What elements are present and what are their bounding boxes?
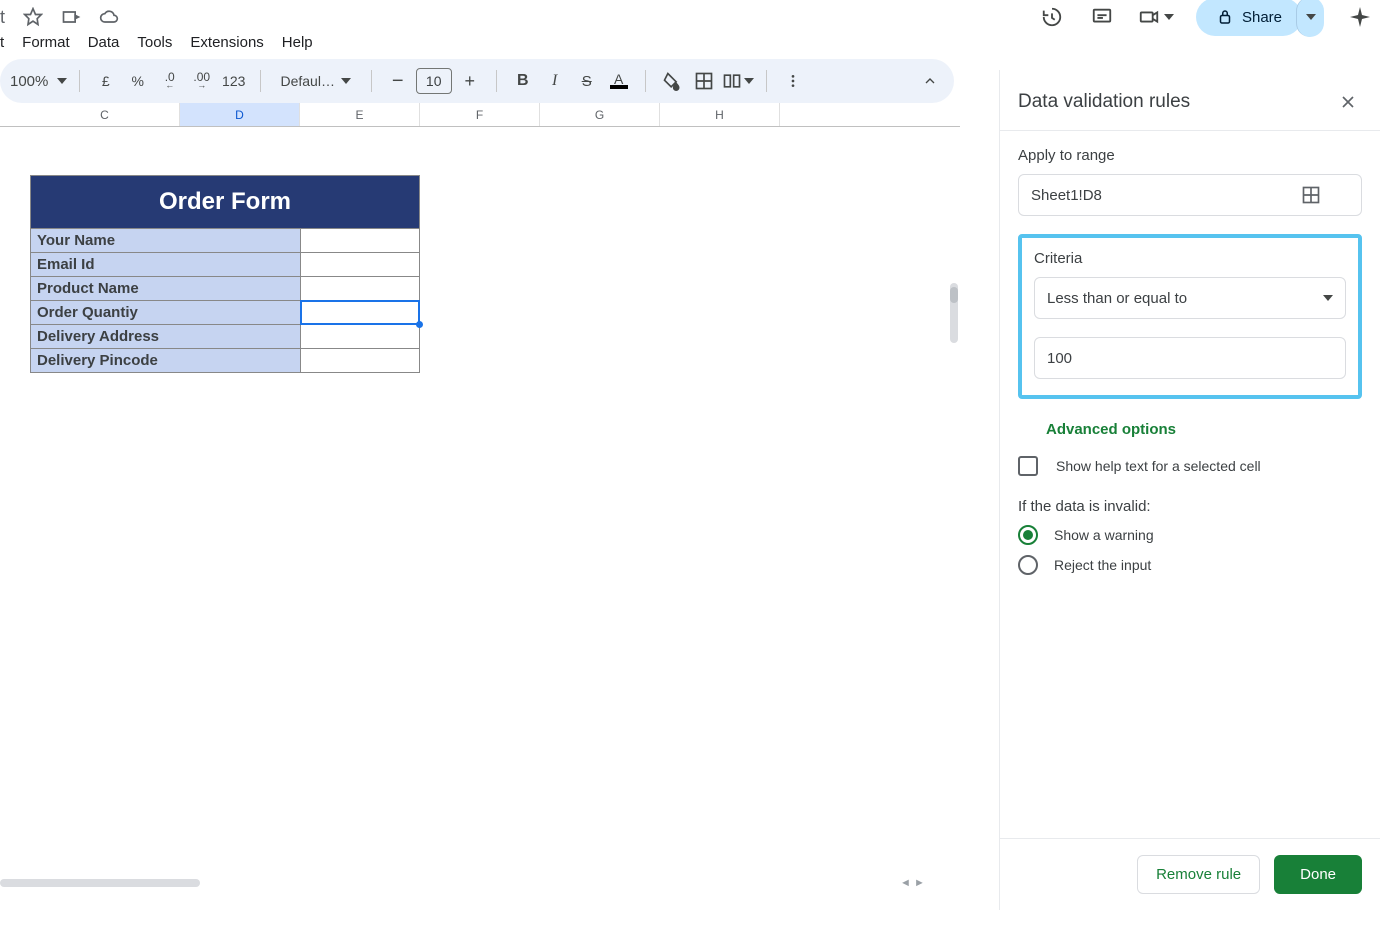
gemini-icon[interactable] [1346, 3, 1374, 31]
menu-extensions[interactable]: Extensions [190, 34, 263, 51]
menu-format[interactable]: Format [22, 34, 70, 51]
menu-tools[interactable]: Tools [137, 34, 172, 51]
radio-reject-input-row[interactable]: Reject the input [1018, 555, 1362, 575]
selected-cell-d8[interactable] [301, 301, 419, 324]
collapse-toolbar-button[interactable] [916, 67, 944, 95]
share-label: Share [1242, 9, 1282, 26]
column-header-c[interactable]: C [30, 103, 180, 126]
help-text-label: Show help text for a selected cell [1056, 458, 1261, 474]
radio-show-warning[interactable] [1018, 525, 1038, 545]
form-row-1: Email Id [31, 252, 419, 276]
panel-title: Data validation rules [1018, 91, 1190, 113]
meet-icon[interactable] [1138, 3, 1174, 31]
apply-range-input[interactable]: Sheet1!D8 [1018, 174, 1362, 216]
order-form-box: Order Form Your NameEmail IdProduct Name… [30, 175, 420, 373]
radio-show-warning-label: Show a warning [1054, 527, 1154, 543]
form-label: Your Name [31, 229, 301, 252]
horizontal-scrollbar[interactable] [0, 879, 200, 887]
form-label: Product Name [31, 277, 301, 300]
menu-data[interactable]: Data [88, 34, 120, 51]
form-label: Delivery Pincode [31, 349, 301, 372]
comment-icon[interactable] [1088, 3, 1116, 31]
chevron-down-icon [1323, 295, 1333, 301]
column-header-h[interactable]: H [660, 103, 780, 126]
form-row-3: Order Quantiy [31, 300, 419, 324]
star-icon[interactable] [19, 3, 47, 31]
column-headers: CDEFGH [0, 103, 960, 127]
text-color-button[interactable]: A [605, 67, 633, 95]
borders-button[interactable] [690, 67, 718, 95]
form-row-0: Your Name [31, 228, 419, 252]
order-form-title: Order Form [31, 176, 419, 228]
form-label: Delivery Address [31, 325, 301, 348]
share-button[interactable]: Share [1196, 0, 1302, 36]
zoom-select[interactable]: 100% [10, 67, 67, 95]
select-range-icon[interactable] [1301, 185, 1321, 205]
form-row-4: Delivery Address [31, 324, 419, 348]
sheet-grid[interactable]: Order Form Your NameEmail IdProduct Name… [0, 127, 960, 867]
titlebar: t Share [0, 0, 1400, 30]
form-value-cell[interactable] [301, 349, 419, 372]
help-text-checkbox[interactable] [1018, 456, 1038, 476]
form-value-cell[interactable] [301, 277, 419, 300]
font-size-input[interactable]: 10 [416, 68, 452, 94]
font-family-select[interactable]: Defaul… [273, 67, 359, 95]
format-number[interactable]: 123 [220, 67, 248, 95]
radio-reject-input-label: Reject the input [1054, 557, 1151, 573]
criteria-label: Criteria [1034, 250, 1346, 267]
italic-button[interactable]: I [541, 67, 569, 95]
criteria-value: 100 [1047, 350, 1072, 367]
merge-cells-button[interactable] [722, 67, 754, 95]
fill-color-button[interactable] [658, 67, 686, 95]
bold-button[interactable]: B [509, 67, 537, 95]
more-tools-button[interactable] [779, 67, 807, 95]
criteria-dropdown[interactable]: Less than or equal to [1034, 277, 1346, 319]
criteria-option-label: Less than or equal to [1047, 290, 1187, 307]
form-row-5: Delivery Pincode [31, 348, 419, 372]
sheet-nav-arrows[interactable]: ◄ ► [900, 877, 940, 889]
cloud-status-icon[interactable] [95, 3, 123, 31]
done-button[interactable]: Done [1274, 855, 1362, 894]
share-dropdown[interactable] [1296, 0, 1324, 37]
column-header-g[interactable]: G [540, 103, 660, 126]
form-value-cell[interactable] [301, 253, 419, 276]
increase-decimal[interactable]: .00→ [188, 67, 216, 95]
column-header-f[interactable]: F [420, 103, 540, 126]
column-header-d[interactable]: D [180, 103, 300, 126]
help-text-checkbox-row[interactable]: Show help text for a selected cell [1018, 456, 1362, 476]
history-icon[interactable] [1038, 3, 1066, 31]
menu-item-tail[interactable]: t [0, 34, 4, 51]
criteria-highlight-box: Criteria Less than or equal to 100 [1018, 234, 1362, 399]
increase-font-size[interactable]: + [456, 67, 484, 95]
data-validation-panel: Data validation rules Apply to range She… [1000, 70, 1380, 910]
criteria-value-input[interactable]: 100 [1034, 337, 1346, 379]
remove-rule-button[interactable]: Remove rule [1137, 855, 1260, 894]
format-currency[interactable]: £ [92, 67, 120, 95]
strikethrough-button[interactable]: S [573, 67, 601, 95]
apply-range-label: Apply to range [1018, 147, 1362, 164]
invalid-data-label: If the data is invalid: [1018, 498, 1362, 515]
doc-title-tail: t [0, 7, 5, 28]
advanced-options-toggle[interactable]: Advanced options [1046, 421, 1362, 438]
range-value: Sheet1!D8 [1031, 187, 1102, 204]
decrease-font-size[interactable]: − [384, 67, 412, 95]
close-panel-button[interactable] [1334, 88, 1362, 116]
decrease-decimal[interactable]: .0← [156, 67, 184, 95]
radio-reject-input[interactable] [1018, 555, 1038, 575]
radio-show-warning-row[interactable]: Show a warning [1018, 525, 1362, 545]
vertical-scrollbar-thumb[interactable] [950, 287, 958, 303]
toolbar: 100% £ % .0← .00→ 123 Defaul… − 10 + B I… [0, 59, 954, 103]
sheet-area: CDEFGH Order Form Your NameEmail IdProdu… [0, 103, 960, 895]
form-value-cell[interactable] [301, 325, 419, 348]
form-label: Order Quantiy [31, 301, 301, 324]
menu-help[interactable]: Help [282, 34, 313, 51]
form-value-cell[interactable] [301, 229, 419, 252]
form-row-2: Product Name [31, 276, 419, 300]
form-label: Email Id [31, 253, 301, 276]
column-header-e[interactable]: E [300, 103, 420, 126]
format-percent[interactable]: % [124, 67, 152, 95]
move-icon[interactable] [57, 3, 85, 31]
